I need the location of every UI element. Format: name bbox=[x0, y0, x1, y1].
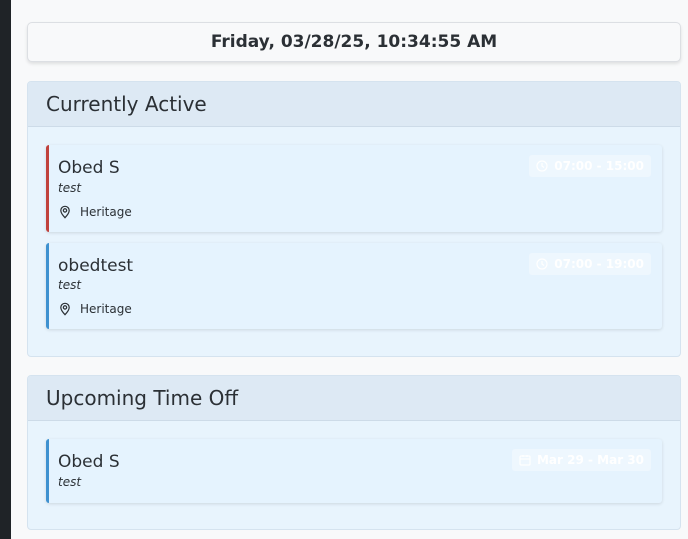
time-off-card[interactable]: Obed S test Mar 29 - Mar 30 bbox=[46, 439, 662, 503]
location: Heritage bbox=[58, 302, 132, 316]
employee-name: obedtest bbox=[58, 256, 134, 276]
current-datetime: Friday, 03/28/25, 10:34:55 AM bbox=[27, 22, 681, 62]
shift-time: 07:00 - 15:00 bbox=[554, 159, 644, 173]
shift-time: 07:00 - 19:00 bbox=[554, 257, 644, 271]
map-pin-icon bbox=[60, 205, 70, 219]
employee-name: Obed S bbox=[58, 452, 120, 472]
calendar-icon bbox=[519, 455, 531, 466]
clock-icon bbox=[536, 160, 548, 172]
active-shift-card[interactable]: Obed S test Heritage 07:00 - 15:00 bbox=[46, 145, 662, 232]
shift-time-badge: 07:00 - 19:00 bbox=[529, 253, 651, 275]
upcoming-time-off-panel: Upcoming Time Off Obed S test Mar 29 - M… bbox=[27, 375, 681, 530]
shift-note: test bbox=[58, 181, 82, 195]
panel-title: Upcoming Time Off bbox=[28, 376, 680, 421]
location: Heritage bbox=[58, 205, 132, 219]
currently-active-panel: Currently Active Obed S test Heritage 07… bbox=[27, 81, 681, 357]
clock-icon bbox=[536, 258, 548, 270]
time-off-dates-badge: Mar 29 - Mar 30 bbox=[511, 449, 651, 471]
active-shift-card[interactable]: obedtest test Heritage 07:00 - 19:00 bbox=[46, 243, 662, 329]
shift-note: test bbox=[58, 278, 82, 292]
time-off-note: test bbox=[58, 475, 82, 489]
map-pin-icon bbox=[60, 302, 70, 316]
employee-name: Obed S bbox=[58, 158, 120, 178]
location-name: Heritage bbox=[80, 205, 132, 219]
shift-time-badge: 07:00 - 15:00 bbox=[529, 155, 651, 177]
datetime-text: Friday, 03/28/25, 10:34:55 AM bbox=[210, 32, 498, 52]
left-edge-strip bbox=[0, 0, 11, 539]
location-name: Heritage bbox=[80, 302, 132, 316]
time-off-dates: Mar 29 - Mar 30 bbox=[536, 453, 644, 467]
panel-title: Currently Active bbox=[28, 82, 680, 127]
